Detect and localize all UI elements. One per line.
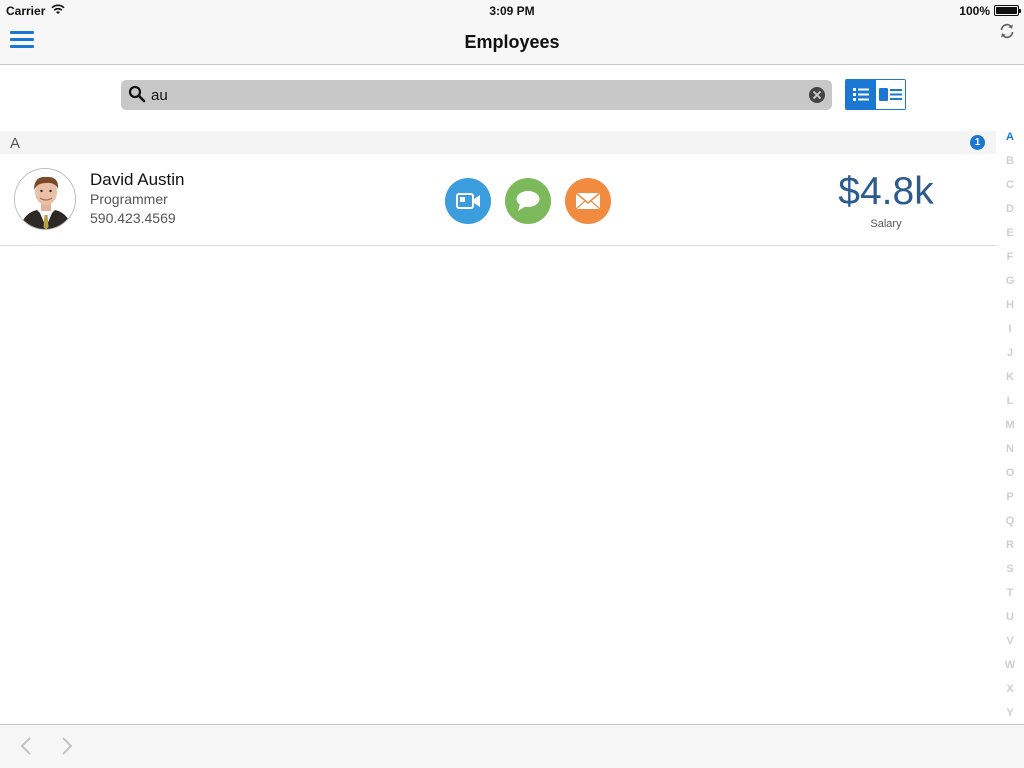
status-bar: Carrier 3:09 PM 100% [0,0,1024,22]
index-letter-d[interactable]: D [998,202,1022,226]
index-letter-e[interactable]: E [998,226,1022,250]
employee-row[interactable]: David Austin Programmer 590.423.4569 $4.… [0,154,996,246]
index-letter-w[interactable]: W [998,658,1022,682]
card-view-button[interactable] [876,80,905,109]
index-letter-u[interactable]: U [998,610,1022,634]
section-count-badge: 1 [970,135,985,150]
forward-arrow-icon[interactable] [57,735,77,757]
salary-label: Salary [870,218,902,230]
search-input[interactable] [151,80,801,110]
list-view-button[interactable] [846,80,876,109]
index-letter-t[interactable]: T [998,586,1022,610]
section-header: A 1 [0,131,996,154]
index-letter-a[interactable]: A [998,130,1022,154]
card-view-icon [879,88,902,101]
employee-title: Programmer [90,191,168,207]
salary-value: $4.8k [838,170,934,213]
back-arrow-icon[interactable] [16,735,36,757]
index-letter-f[interactable]: F [998,250,1022,274]
index-letter-i[interactable]: I [998,322,1022,346]
search-bar [121,80,832,110]
index-letter-r[interactable]: R [998,538,1022,562]
index-letter-x[interactable]: X [998,682,1022,706]
index-letter-g[interactable]: G [998,274,1022,298]
video-call-icon [456,193,480,209]
index-letter-b[interactable]: B [998,154,1022,178]
search-icon [128,85,146,103]
navigation-bar: Employees [0,22,1024,65]
list-view-icon [853,88,869,101]
clock: 3:09 PM [489,4,535,18]
index-letter-o[interactable]: O [998,466,1022,490]
refresh-icon[interactable] [998,22,1016,40]
index-letter-j[interactable]: J [998,346,1022,370]
employee-name: David Austin [90,170,185,189]
chat-icon [516,191,540,211]
index-letter-q[interactable]: Q [998,514,1022,538]
index-letter-p[interactable]: P [998,490,1022,514]
clear-search-icon[interactable] [809,87,825,103]
index-letter-k[interactable]: K [998,370,1022,394]
battery-icon [994,5,1021,16]
chat-button[interactable] [505,178,551,224]
index-letter-s[interactable]: S [998,562,1022,586]
email-icon [575,192,601,210]
battery-percentage: 100% [959,4,990,18]
index-letter-n[interactable]: N [998,442,1022,466]
view-mode-toggle [845,79,906,110]
avatar [14,168,76,230]
section-letter: A [10,135,21,152]
index-letter-v[interactable]: V [998,634,1022,658]
video-call-button[interactable] [445,178,491,224]
index-letter-h[interactable]: H [998,298,1022,322]
email-button[interactable] [565,178,611,224]
page-title: Employees [464,32,560,52]
employee-phone: 590.423.4569 [90,210,176,226]
bottom-toolbar [0,724,1024,768]
index-letter-c[interactable]: C [998,178,1022,202]
index-letter-m[interactable]: M [998,418,1022,442]
index-letter-l[interactable]: L [998,394,1022,418]
alphabet-index[interactable]: ABCDEFGHIJKLMNOPQRSTUVWXY [998,130,1022,722]
